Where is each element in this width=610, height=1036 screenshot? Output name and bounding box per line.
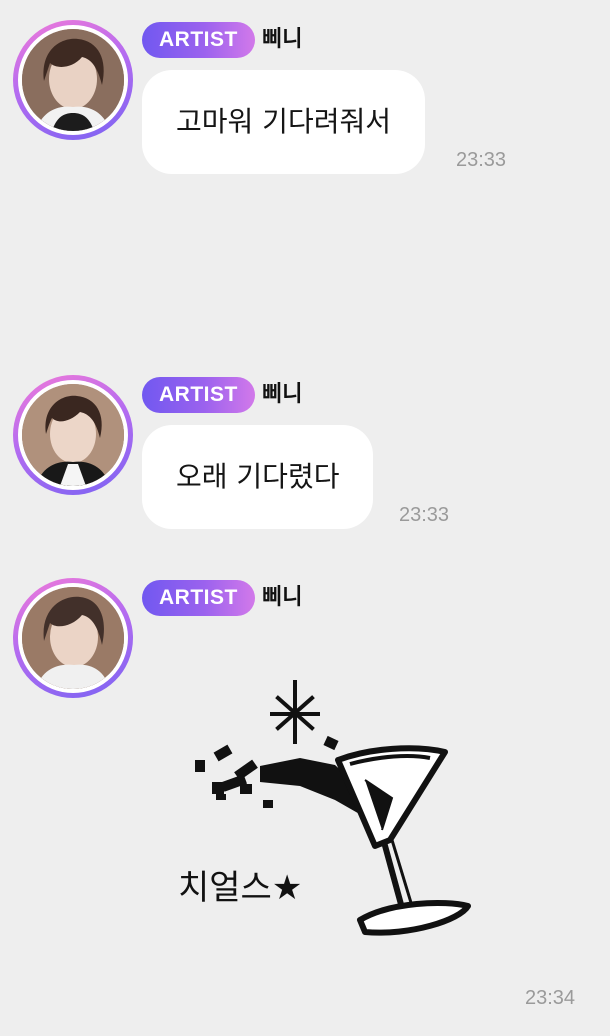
artist-avatar[interactable] [13,578,133,698]
sender-name: 삐니 [262,382,303,407]
artist-avatar[interactable] [13,375,133,495]
message-bubble[interactable]: 고마워 기다려줘서 [142,70,425,174]
message-time: 23:33 [456,149,507,171]
message-time: 23:34 [525,987,576,1009]
chat-message: ARTIST 삐니 오래 기다렸다 23:33 [0,375,610,535]
message-bubble[interactable]: 오래 기다렸다 [142,425,374,529]
artist-badge: ARTIST [142,22,255,58]
artist-badge: ARTIST [142,377,255,413]
avatar-ring-inner [18,583,128,693]
artist-avatar[interactable] [13,20,133,140]
chat-message: ARTIST 삐니 고마워 기다려줘서 23:33 [0,20,610,180]
message-time: 23:33 [399,504,450,526]
sticker-caption: 치얼스★ [178,868,303,908]
avatar-ring-inner [18,380,128,490]
sender-name: 삐니 [262,27,303,52]
profile-photo [22,587,124,689]
profile-photo [22,29,124,131]
artist-badge: ARTIST [142,580,255,616]
profile-photo [22,384,124,486]
avatar-ring-inner [18,25,128,135]
sender-name: 삐니 [262,585,303,610]
